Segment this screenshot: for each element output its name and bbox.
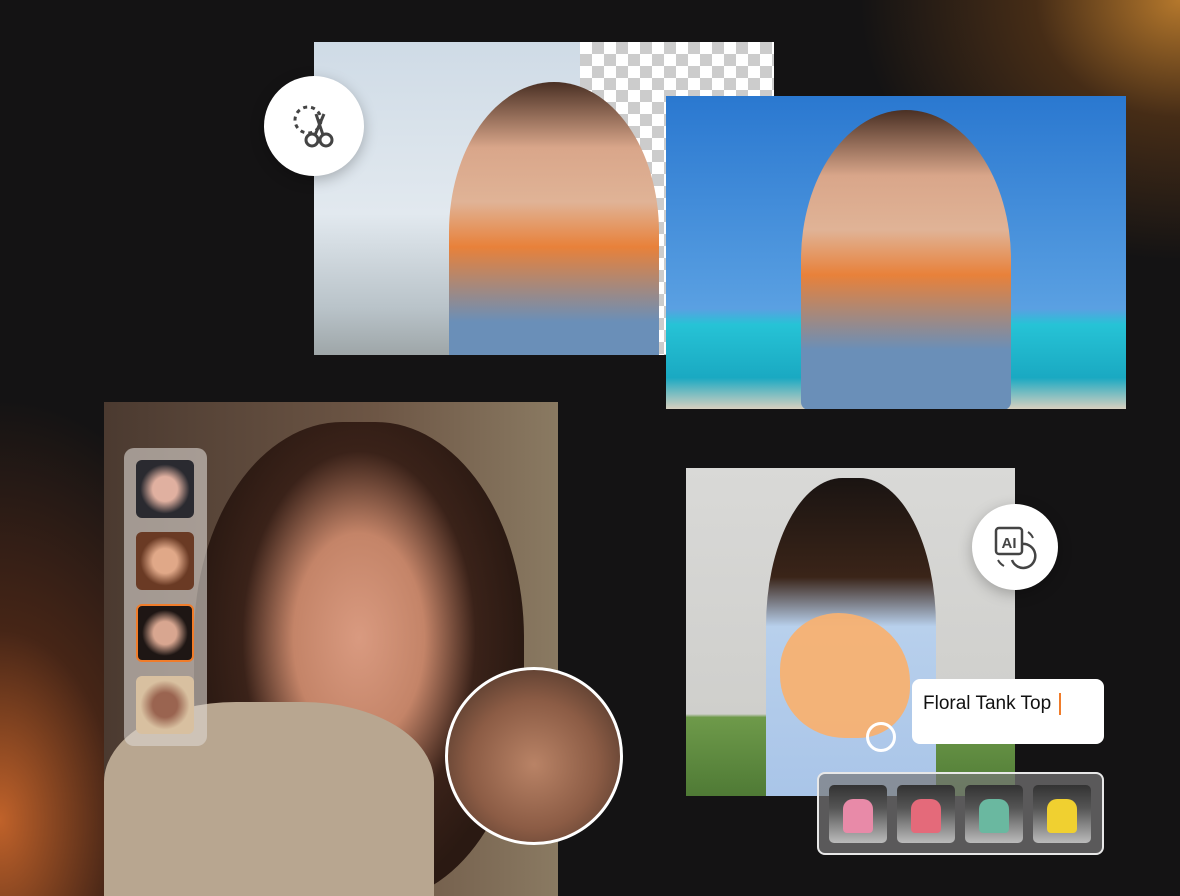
clothing-thumbnail[interactable] — [829, 785, 887, 843]
prompt-text: Floral Tank Top — [923, 693, 1052, 715]
outfit-photo — [686, 468, 1015, 796]
face-style-list — [124, 448, 207, 746]
face-thumbnail[interactable] — [136, 676, 194, 734]
text-cursor — [1059, 693, 1062, 715]
ai-swap-button[interactable]: AI — [972, 504, 1058, 590]
person — [801, 110, 1011, 409]
scissors-icon — [293, 105, 334, 148]
cutout-tool-button[interactable] — [264, 76, 364, 176]
clothing-options — [817, 772, 1104, 855]
face-thumbnail[interactable] — [136, 460, 194, 518]
face-thumbnail-selected[interactable] — [136, 604, 194, 662]
ai-icon-text: AI — [1002, 535, 1017, 552]
beach-background-photo — [666, 96, 1126, 409]
ai-swap-icon: AI — [994, 526, 1037, 570]
clothing-thumbnail[interactable] — [1033, 785, 1091, 843]
face-thumbnail[interactable] — [136, 532, 194, 590]
clothing-thumbnail[interactable] — [965, 785, 1023, 843]
clothing-prompt-input[interactable]: Floral Tank Top — [912, 679, 1104, 744]
selection-handle[interactable] — [866, 722, 896, 752]
clothing-thumbnail[interactable] — [897, 785, 955, 843]
face-magnifier — [445, 667, 623, 845]
